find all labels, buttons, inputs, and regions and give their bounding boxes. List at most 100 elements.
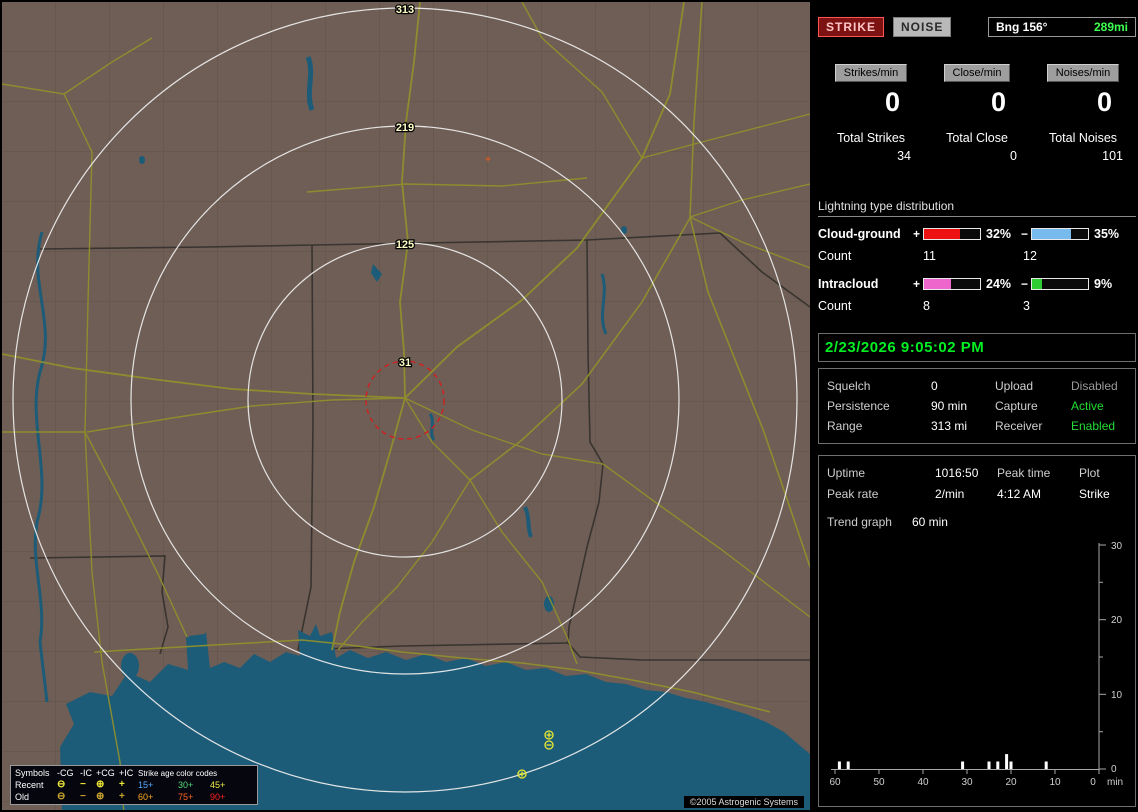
squelch-label: Squelch	[827, 379, 871, 393]
capture-status: Active	[1071, 399, 1104, 413]
cloud-ground-row: Cloud-ground + 32% − 35%	[818, 227, 1136, 241]
old-ncg-icon: ⊖	[57, 791, 66, 802]
trend-axis-labels: 30 20 10 0 60 50 40 30 20 10 0 min	[829, 541, 1123, 788]
svg-text:50: 50	[873, 777, 885, 788]
peak-rate-value: 2/min	[935, 487, 965, 501]
stats-row: Peak rate 2/min 4:12 AM Strike	[827, 484, 1127, 505]
close-per-min-button[interactable]: Close/min	[943, 64, 1011, 82]
svg-text:60: 60	[829, 777, 841, 788]
upload-status: Disabled	[1071, 379, 1118, 393]
intracloud-count-row: Count 8 3	[818, 299, 1136, 313]
cloud-ground-count-row: Count 11 12	[818, 249, 1136, 263]
cg-plus-bar-fill	[924, 229, 960, 239]
datetime: 2/23/2026 9:05:02 PM	[825, 339, 985, 356]
ring-label-219: 219	[396, 122, 414, 134]
trend-graph-header: Trend graph 60 min	[827, 515, 1127, 529]
svg-text:min: min	[1107, 777, 1123, 788]
status-panel: STRIKE NOISE Bng 156° 289mi Strikes/min …	[818, 2, 1136, 810]
legend-type-pcg: +CG	[96, 768, 115, 778]
settings-row: Range 313 mi Receiver Enabled	[827, 416, 1127, 436]
stats-row: Uptime 1016:50 Peak time Plot	[827, 463, 1127, 484]
counters: Strikes/min 0 Total Strikes 34 Close/min…	[818, 64, 1136, 163]
ic-plus-count: 8	[923, 299, 930, 313]
settings-row: Squelch 0 Upload Disabled	[827, 376, 1127, 396]
intracloud-row: Intracloud + 24% − 9%	[818, 277, 1136, 291]
age-15: 15+	[138, 780, 154, 790]
ic-plus-bar-fill	[924, 279, 951, 289]
age-45: 45+	[210, 780, 226, 790]
minus-sign: −	[1020, 227, 1028, 241]
old-nic-icon: −	[80, 791, 86, 802]
total-close-label: Total Close	[946, 131, 1008, 145]
total-noises-value: 101	[1102, 149, 1123, 163]
ic-minus-count: 3	[1023, 299, 1030, 313]
trend-bar	[996, 761, 1000, 769]
range-label: Range	[827, 419, 863, 433]
cg-minus-count: 12	[1023, 249, 1037, 263]
plot-label: Plot	[1079, 466, 1100, 480]
upload-label: Upload	[995, 379, 1034, 393]
noises-per-min-button[interactable]: Noises/min	[1046, 64, 1120, 82]
trend-axes	[831, 543, 1106, 774]
old-pic-icon: +	[119, 791, 125, 802]
map-legend: Symbols -CG -IC +CG +IC Strike age color…	[10, 765, 258, 805]
total-strikes-label: Total Strikes	[836, 131, 906, 145]
squelch-value: 0	[931, 379, 938, 393]
receiver-label: Receiver	[995, 419, 1043, 433]
minus-sign: −	[1020, 277, 1028, 291]
plus-sign: +	[912, 227, 920, 241]
settings-box: Squelch 0 Upload Disabled Persistence 90…	[818, 368, 1136, 444]
trend-bar	[961, 761, 965, 769]
svg-text:10: 10	[1111, 690, 1123, 701]
ic-count-label: Count	[818, 299, 852, 313]
svg-text:0: 0	[1111, 764, 1117, 775]
plot-value: Strike	[1079, 487, 1110, 501]
noises-per-min-value: 0	[1096, 87, 1112, 117]
total-noises-label: Total Noises	[1048, 131, 1118, 145]
uptime-label: Uptime	[827, 466, 866, 480]
cg-count-label: Count	[818, 249, 852, 263]
persistence-label: Persistence	[827, 399, 890, 413]
ring-label-31: 31	[399, 357, 411, 369]
bearing-distance: 289mi	[1093, 20, 1128, 34]
trend-bar	[987, 761, 991, 769]
trend-bar	[1009, 761, 1013, 769]
legend-old-label: Old	[15, 792, 30, 802]
recent-pcg-icon: ⊕	[96, 779, 105, 790]
receiver-status: Enabled	[1071, 419, 1116, 433]
ic-plus-bar	[923, 278, 981, 290]
svg-text:20: 20	[1111, 615, 1123, 626]
ic-minus-pct: 9%	[1094, 277, 1113, 291]
map[interactable]: 313 219 125 31 Symbols -CG -IC +CG +IC S…	[2, 2, 810, 810]
strike-indicator[interactable]: STRIKE	[818, 17, 885, 37]
persistence-value: 90 min	[931, 399, 968, 413]
cg-minus-bar	[1031, 228, 1089, 240]
strikes-per-min-value: 0	[884, 87, 900, 117]
recent-nic-icon: −	[80, 779, 86, 790]
trend-window-value: 60 min	[911, 515, 948, 529]
capture-label: Capture	[995, 399, 1038, 413]
peak-rate-label: Peak rate	[827, 487, 879, 501]
svg-text:40: 40	[917, 777, 929, 788]
noises-counter-column: Noises/min 0 Total Noises 101	[1030, 64, 1136, 163]
cloud-ground-label: Cloud-ground	[818, 227, 901, 241]
age-75: 75+	[178, 792, 194, 802]
trend-bar	[1044, 761, 1048, 769]
noise-indicator[interactable]: NOISE	[893, 17, 952, 37]
map-canvas[interactable]: 313 219 125 31	[2, 2, 810, 810]
ic-minus-bar	[1031, 278, 1089, 290]
trend-bar	[837, 761, 841, 769]
ring-label-313: 313	[396, 4, 414, 16]
trend-graph: 30 20 10 0 60 50 40 30 20 10 0 min	[829, 541, 1123, 788]
uptime-value: 1016:50	[935, 466, 979, 480]
strikes-per-min-button[interactable]: Strikes/min	[834, 64, 908, 82]
indicator-row: STRIKE NOISE Bng 156° 289mi	[818, 15, 1136, 39]
stats-box: Uptime 1016:50 Peak time Plot Peak rate …	[818, 455, 1136, 807]
age-60: 60+	[138, 792, 154, 802]
cg-plus-pct: 32%	[986, 227, 1012, 241]
legend-recent-label: Recent	[15, 780, 44, 790]
bearing-display: Bng 156° 289mi	[988, 17, 1136, 37]
age-30: 30+	[178, 780, 194, 790]
trend-bars	[837, 754, 1048, 769]
settings-row: Persistence 90 min Capture Active	[827, 396, 1127, 416]
